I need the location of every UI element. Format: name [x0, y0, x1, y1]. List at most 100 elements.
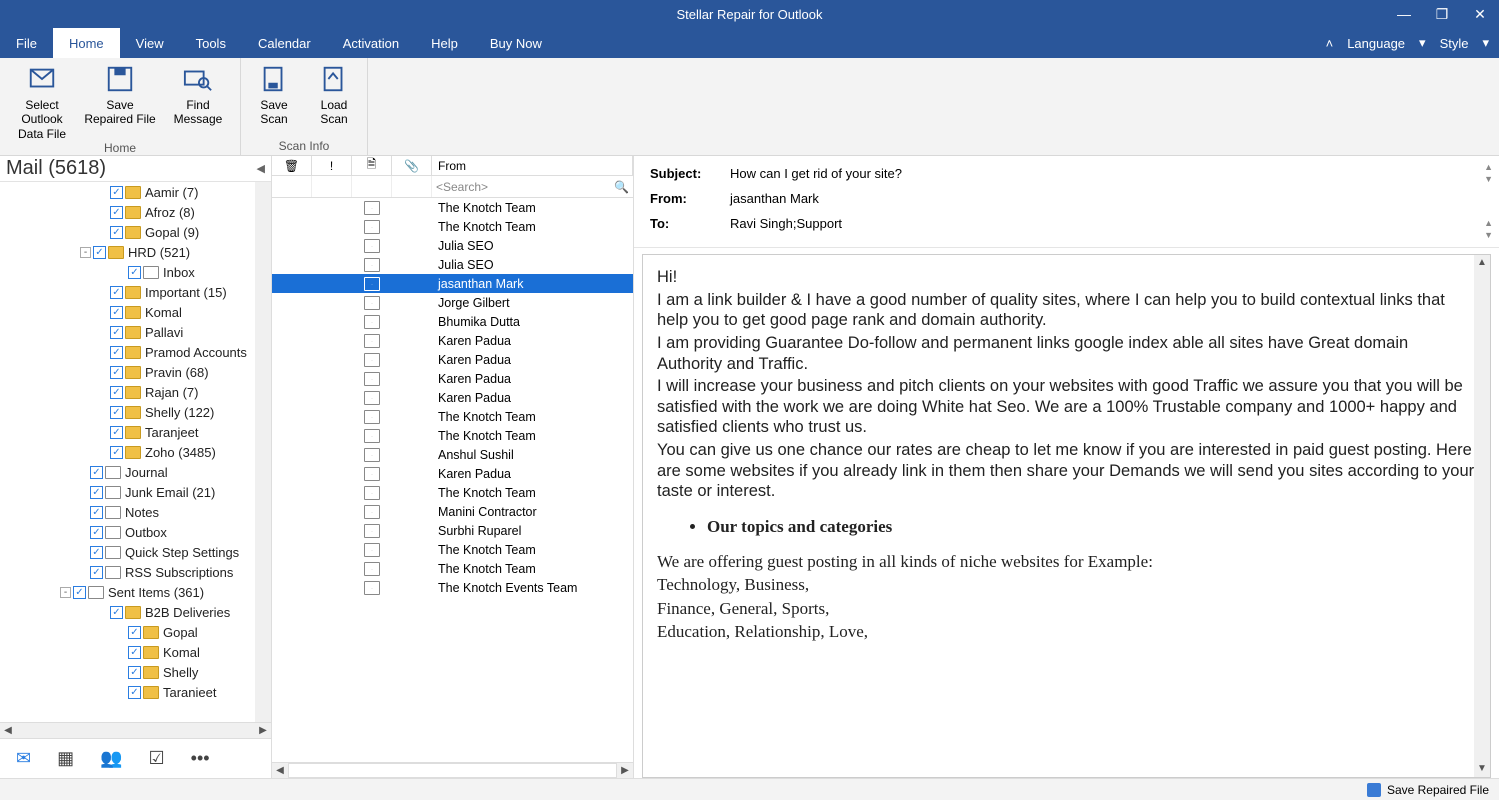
message-list[interactable]: The Knotch TeamThe Knotch TeamJulia SEOJ… — [272, 198, 633, 762]
tree-item[interactable]: ✓Taranieet — [0, 682, 271, 702]
col-importance-icon[interactable]: ! — [312, 156, 352, 175]
message-row[interactable]: The Knotch Team — [272, 407, 633, 426]
tree-checkbox[interactable]: ✓ — [110, 606, 123, 619]
search-icon[interactable]: 🔍 — [614, 180, 629, 194]
col-delete-icon[interactable]: 🗑 — [272, 156, 312, 175]
tree-item[interactable]: ✓Inbox — [0, 262, 271, 282]
tab-view[interactable]: View — [120, 28, 180, 58]
tree-item[interactable]: ✓Rajan (7) — [0, 382, 271, 402]
tree-item[interactable]: ✓Pravin (68) — [0, 362, 271, 382]
tasks-nav-icon[interactable]: ☑ — [149, 748, 165, 769]
load-scan-button[interactable]: Load Scan — [307, 60, 361, 127]
tab-buynow[interactable]: Buy Now — [474, 28, 558, 58]
message-row[interactable]: The Knotch Team — [272, 217, 633, 236]
tree-checkbox[interactable]: ✓ — [110, 346, 123, 359]
header-scroll-up2-icon[interactable]: ▲ — [1484, 218, 1493, 228]
tree-checkbox[interactable]: ✓ — [110, 426, 123, 439]
tree-checkbox[interactable]: ✓ — [128, 686, 141, 699]
tab-home[interactable]: Home — [53, 28, 120, 58]
folder-tree[interactable]: ✓Aamir (7)✓Afroz (8)✓Gopal (9)-✓HRD (521… — [0, 182, 271, 722]
col-from[interactable]: From — [432, 156, 633, 175]
language-menu[interactable]: Language — [1347, 36, 1405, 51]
tree-item[interactable]: ✓Important (15) — [0, 282, 271, 302]
tree-item[interactable]: ✓Zoho (3485) — [0, 442, 271, 462]
tab-calendar[interactable]: Calendar — [242, 28, 327, 58]
header-scroll-down-icon[interactable]: ▼ — [1484, 174, 1493, 184]
tree-checkbox[interactable]: ✓ — [93, 246, 106, 259]
message-row[interactable]: Bhumika Dutta — [272, 312, 633, 331]
message-row[interactable]: Karen Padua — [272, 369, 633, 388]
message-body[interactable]: Hi! I am a link builder & I have a good … — [642, 254, 1491, 778]
tree-item[interactable]: ✓Outbox — [0, 522, 271, 542]
message-row[interactable]: Anshul Sushil — [272, 445, 633, 464]
tree-checkbox[interactable]: ✓ — [110, 326, 123, 339]
minimize-button[interactable]: — — [1385, 0, 1423, 28]
tree-checkbox[interactable]: ✓ — [110, 306, 123, 319]
tab-tools[interactable]: Tools — [180, 28, 242, 58]
tree-checkbox[interactable]: ✓ — [90, 466, 103, 479]
tree-expander-icon[interactable]: - — [60, 587, 71, 598]
tree-checkbox[interactable]: ✓ — [73, 586, 86, 599]
close-button[interactable]: ✕ — [1461, 0, 1499, 28]
tree-item[interactable]: ✓Pramod Accounts — [0, 342, 271, 362]
message-row[interactable]: The Knotch Team — [272, 483, 633, 502]
save-scan-button[interactable]: Save Scan — [247, 60, 301, 127]
tree-checkbox[interactable]: ✓ — [90, 526, 103, 539]
tree-item[interactable]: ✓Junk Email (21) — [0, 482, 271, 502]
tree-item[interactable]: ✓Notes — [0, 502, 271, 522]
people-nav-icon[interactable]: 👥 — [100, 748, 122, 769]
message-row[interactable]: The Knotch Team — [272, 426, 633, 445]
collapse-ribbon-icon[interactable]: ˄ — [1326, 36, 1334, 51]
tree-checkbox[interactable]: ✓ — [110, 186, 123, 199]
scroll-left-icon[interactable]: ◀ — [0, 725, 16, 736]
tree-checkbox[interactable]: ✓ — [110, 406, 123, 419]
tree-checkbox[interactable]: ✓ — [110, 206, 123, 219]
tree-item[interactable]: ✓Komal — [0, 302, 271, 322]
tab-activation[interactable]: Activation — [327, 28, 415, 58]
tree-checkbox[interactable]: ✓ — [110, 446, 123, 459]
tree-expander-icon[interactable]: - — [80, 247, 91, 258]
tree-checkbox[interactable]: ✓ — [90, 546, 103, 559]
col-attachment-icon[interactable]: 📎 — [392, 156, 432, 175]
tree-item[interactable]: ✓Gopal — [0, 622, 271, 642]
tree-item[interactable]: ✓Journal — [0, 462, 271, 482]
tree-item[interactable]: ✓Aamir (7) — [0, 182, 271, 202]
body-vertical-scrollbar[interactable]: ▲ ▼ — [1474, 255, 1490, 777]
tree-item[interactable]: ✓Shelly (122) — [0, 402, 271, 422]
search-input[interactable]: <Search> — [436, 180, 614, 194]
tree-checkbox[interactable]: ✓ — [110, 286, 123, 299]
tree-checkbox[interactable]: ✓ — [128, 266, 141, 279]
tree-checkbox[interactable]: ✓ — [110, 226, 123, 239]
save-repaired-file-button[interactable]: Save Repaired File — [84, 60, 156, 127]
message-list-horizontal-scrollbar[interactable]: ◀ ▶ — [272, 762, 633, 778]
tree-horizontal-scrollbar[interactable]: ◀ ▶ — [0, 722, 271, 738]
tree-checkbox[interactable]: ✓ — [128, 646, 141, 659]
status-save-button[interactable]: Save Repaired File — [1387, 783, 1489, 797]
maximize-button[interactable]: ❐ — [1423, 0, 1461, 28]
tree-item[interactable]: -✓Sent Items (361) — [0, 582, 271, 602]
message-row[interactable]: Karen Padua — [272, 464, 633, 483]
tree-item[interactable]: ✓Pallavi — [0, 322, 271, 342]
message-row[interactable]: Surbhi Ruparel — [272, 521, 633, 540]
tree-item[interactable]: -✓HRD (521) — [0, 242, 271, 262]
more-nav-icon[interactable]: ••• — [191, 748, 210, 769]
calendar-nav-icon[interactable]: ▦ — [57, 748, 74, 769]
message-row[interactable]: Jorge Gilbert — [272, 293, 633, 312]
msglist-scroll-right-icon[interactable]: ▶ — [617, 765, 633, 776]
message-row[interactable]: Karen Padua — [272, 331, 633, 350]
col-read-icon[interactable]: 🗎 — [352, 156, 392, 175]
collapse-left-icon[interactable]: ◀ — [257, 162, 265, 175]
tree-item[interactable]: ✓Afroz (8) — [0, 202, 271, 222]
message-row[interactable]: The Knotch Team — [272, 540, 633, 559]
tree-item[interactable]: ✓Shelly — [0, 662, 271, 682]
body-scroll-down-icon[interactable]: ▼ — [1474, 761, 1490, 777]
tree-checkbox[interactable]: ✓ — [110, 386, 123, 399]
tree-item[interactable]: ✓Komal — [0, 642, 271, 662]
message-row[interactable]: Manini Contractor — [272, 502, 633, 521]
style-caret-icon[interactable]: ▾ — [1482, 35, 1489, 51]
message-row[interactable]: The Knotch Team — [272, 559, 633, 578]
header-scroll-up-icon[interactable]: ▲ — [1484, 162, 1493, 172]
tree-checkbox[interactable]: ✓ — [90, 486, 103, 499]
tree-item[interactable]: ✓Taranjeet — [0, 422, 271, 442]
tab-file[interactable]: File — [0, 28, 53, 58]
